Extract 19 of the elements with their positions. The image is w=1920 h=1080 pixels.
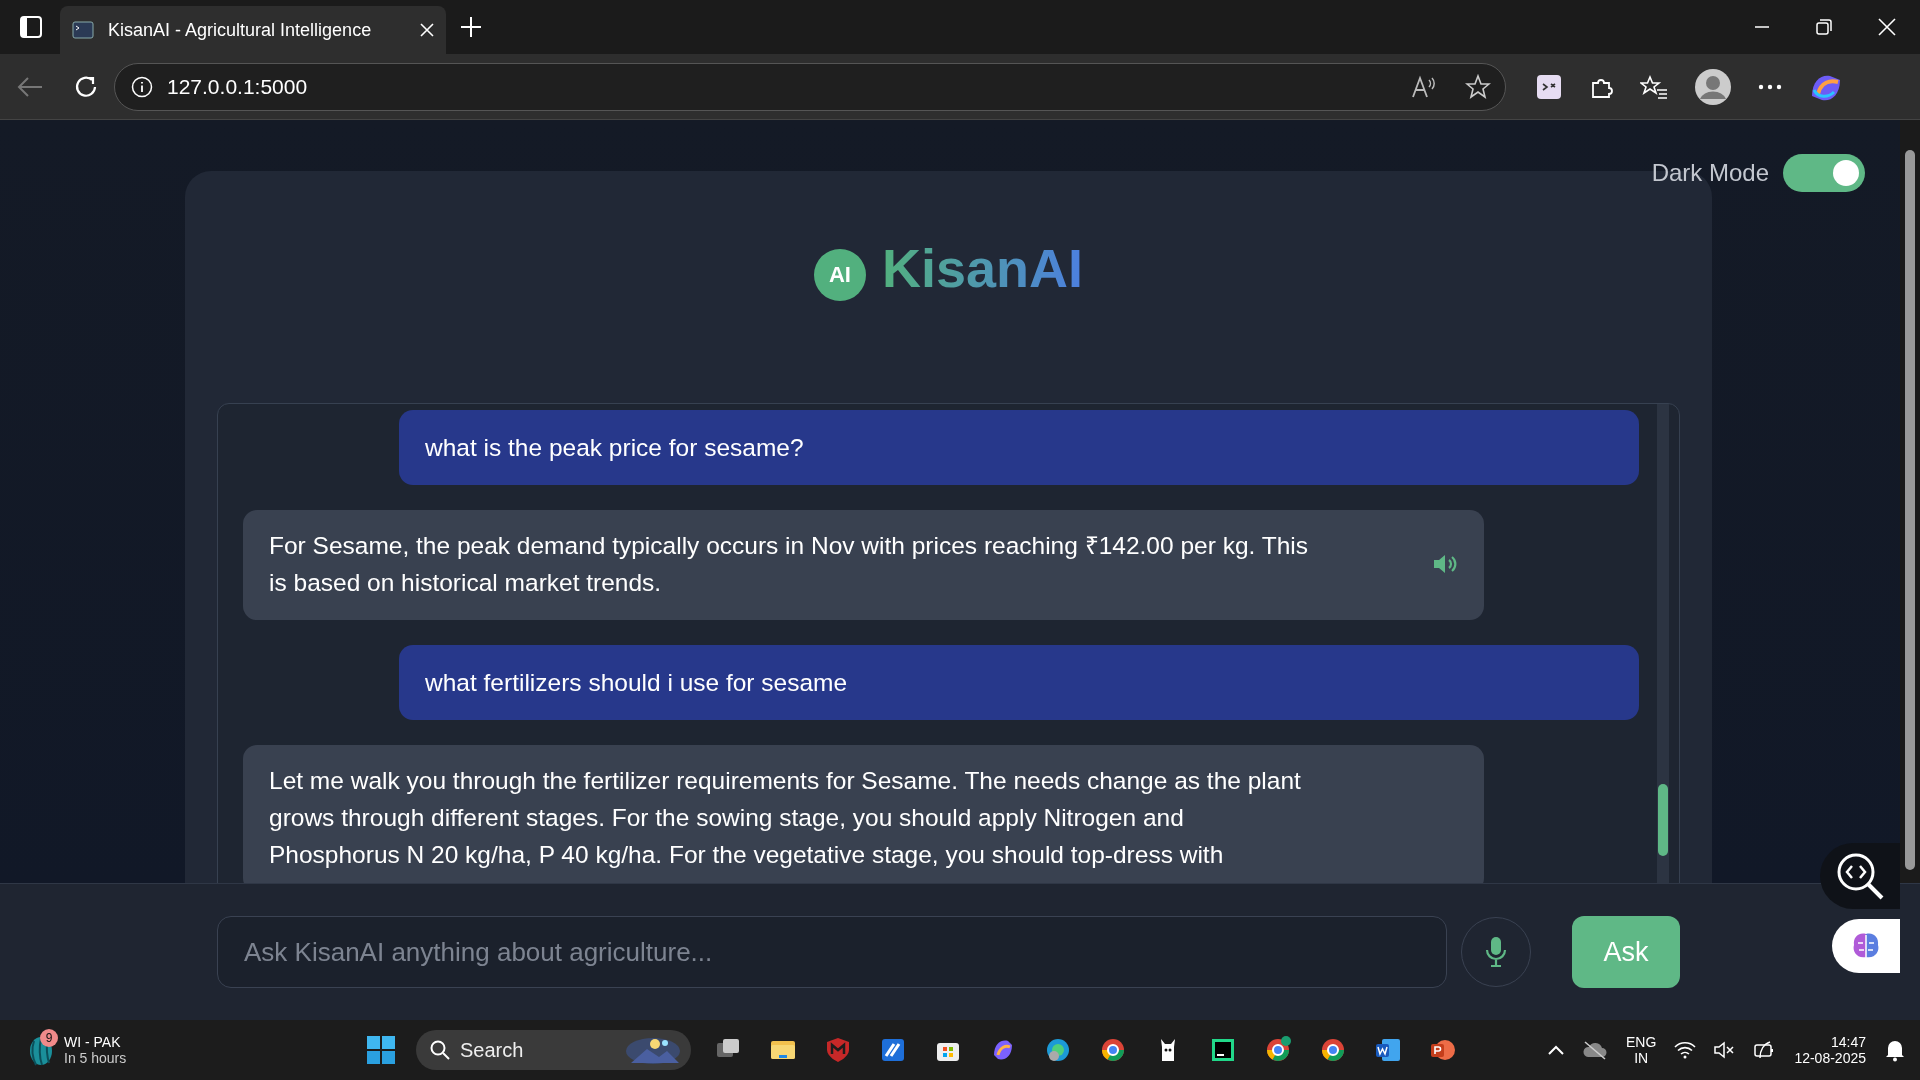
dark-mode-label: Dark Mode — [1651, 159, 1769, 187]
logo-badge: AI — [813, 249, 866, 301]
clock[interactable]: 14:47 12-08-2025 — [1794, 1034, 1866, 1066]
user-message: what fertilizers should i use for sesame — [399, 645, 1639, 720]
taskbar-search[interactable]: Search — [416, 1030, 691, 1070]
region-code: IN — [1634, 1050, 1649, 1066]
user-message: what is the peak price for sesame? — [399, 410, 1639, 485]
browser-tab[interactable]: KisanAI - Agricultural Intelligence — [60, 6, 446, 54]
bot-message-text: For Sesame, the peak demand typically occurs in Nov with prices reaching ₹142.00 per kg. This is based on historical market trends. — [269, 531, 1309, 598]
clock-time: 14:47 — [1830, 1034, 1866, 1050]
question-input[interactable]: Ask KisanAI anything about agriculture... — [217, 916, 1447, 988]
language-indicator[interactable]: ENG IN — [1626, 1034, 1657, 1066]
bot-message-text: Let me walk you through the fertilizer requirements for Sesame. The needs change as the plant grows through different stages. For the sowing stage, you should apply Nitrogen and Phosphorus N 20 kg/ha, P 40 kg/ha. For the vegetative stage, you should top-dress with — [269, 766, 1302, 870]
widget-title: WI - PAK — [64, 1034, 122, 1050]
widget-subtitle: In 5 hours — [64, 1050, 127, 1066]
language-code: ENG — [1626, 1034, 1657, 1050]
notification-count: 9 — [40, 1029, 58, 1047]
address-bar[interactable]: 127.0.0.1:5000 — [114, 62, 1506, 111]
clock-date: 12-08-2025 — [1794, 1050, 1866, 1066]
